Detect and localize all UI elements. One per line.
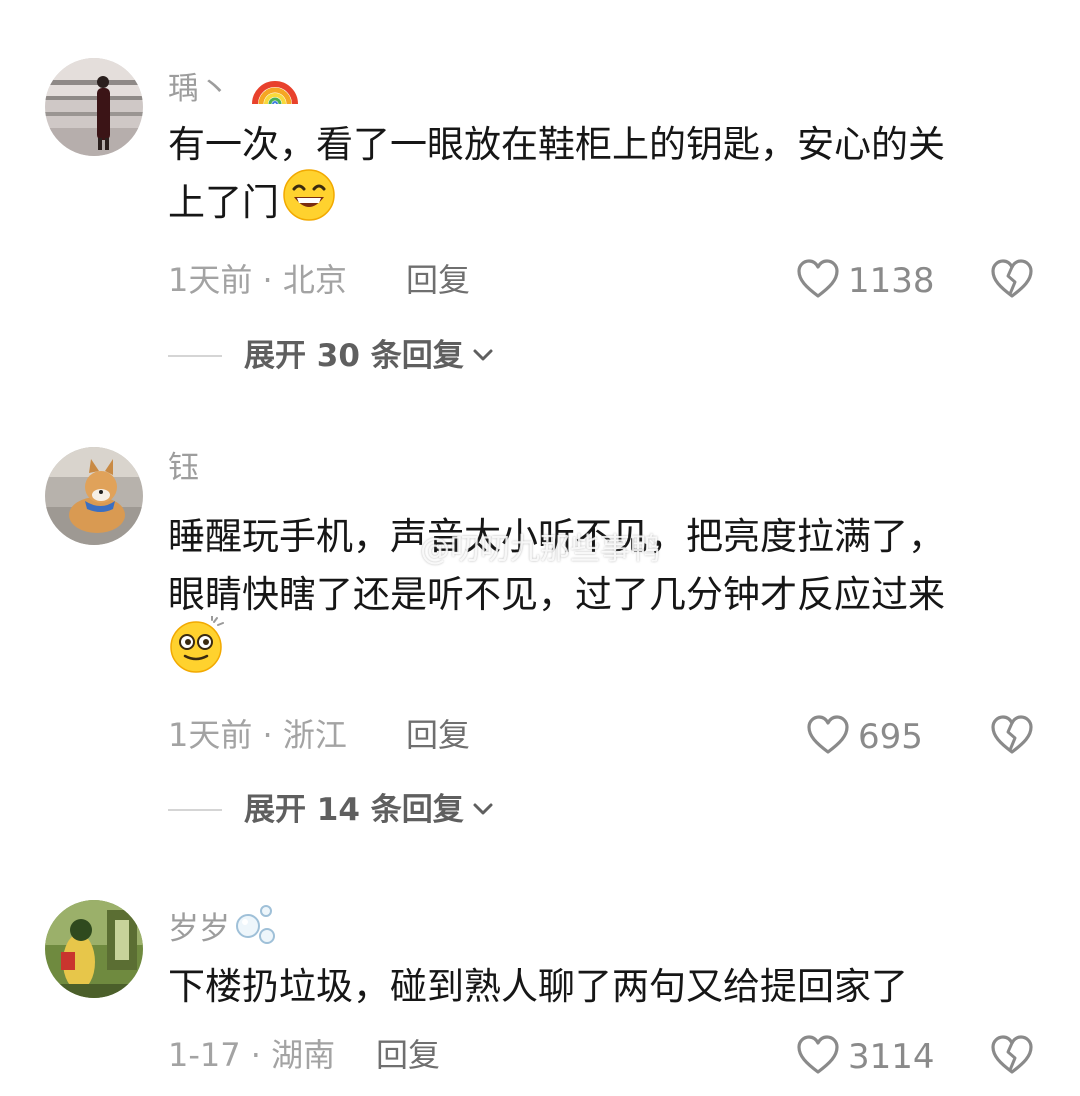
like-button[interactable]: 1138 (796, 258, 935, 304)
reply-button[interactable]: 回复 (406, 715, 470, 755)
reply-button[interactable]: 回复 (376, 1035, 440, 1075)
dislike-button[interactable] (990, 714, 1034, 760)
username[interactable]: 岁岁 (168, 902, 278, 956)
like-count: 3114 (848, 1037, 935, 1077)
divider (168, 355, 222, 357)
avatar[interactable] (45, 447, 143, 545)
dislike-button[interactable] (990, 1034, 1034, 1080)
comment-list: 瑀丶 有一次，看了一眼放在鞋柜上的钥匙，安心的关 上了门 1天前 · 北京 回复… (0, 0, 1080, 1096)
watermark: @叨叨九那些事鸭 (420, 532, 660, 567)
heart-icon (796, 1034, 840, 1080)
comment-text-line: 眼睛快瞎了还是听不见，过了几分钟才反应过来 (168, 573, 945, 616)
heart-icon (796, 258, 840, 304)
broken-heart-icon (991, 715, 1033, 754)
username-text: 岁岁 (168, 911, 230, 947)
expand-replies-label: 展开 30 条回复 (244, 338, 464, 374)
avatar[interactable] (45, 58, 143, 156)
comment-text-line: 下楼扔垃圾，碰到熟人聊了两句又给提回家了 (168, 965, 908, 1008)
dislike-button[interactable] (990, 258, 1034, 304)
like-button[interactable]: 695 (806, 714, 923, 760)
grin-emoji-icon (281, 167, 337, 240)
reply-button[interactable]: 回复 (406, 260, 470, 300)
chevron-down-icon (472, 801, 494, 820)
username-text: 瑀丶 (168, 71, 230, 107)
expand-replies-button[interactable]: 展开 14 条回复 (168, 790, 494, 830)
broken-heart-icon (991, 1035, 1033, 1074)
comment-meta: 1天前 · 北京 (168, 261, 347, 299)
rainbow-icon (252, 62, 298, 116)
comment-text: 下楼扔垃圾，碰到熟人聊了两句又给提回家了 (168, 958, 1038, 1016)
bubbles-icon (234, 902, 278, 956)
heart-icon (806, 714, 850, 760)
username[interactable]: 瑀丶 (168, 62, 298, 116)
chevron-down-icon (472, 347, 494, 366)
divider (168, 809, 222, 811)
comment-text: 有一次，看了一眼放在鞋柜上的钥匙，安心的关 上了门 (168, 116, 1038, 232)
dizzy-face-emoji-icon (168, 614, 226, 691)
avatar[interactable] (45, 900, 143, 998)
comment-text-line: 有一次，看了一眼放在鞋柜上的钥匙，安心的关 (168, 123, 945, 166)
username-text: 钰 (168, 450, 199, 486)
username[interactable]: 钰 (168, 448, 199, 488)
like-count: 1138 (848, 261, 935, 301)
comment-text-line: 上了门 (168, 181, 279, 224)
comment-meta: 1-17 · 湖南 (168, 1036, 336, 1074)
expand-replies-button[interactable]: 展开 30 条回复 (168, 336, 494, 376)
broken-heart-icon (991, 259, 1033, 298)
comment-meta: 1天前 · 浙江 (168, 716, 347, 754)
like-count: 695 (858, 717, 923, 757)
expand-replies-label: 展开 14 条回复 (244, 792, 464, 828)
like-button[interactable]: 3114 (796, 1034, 935, 1080)
